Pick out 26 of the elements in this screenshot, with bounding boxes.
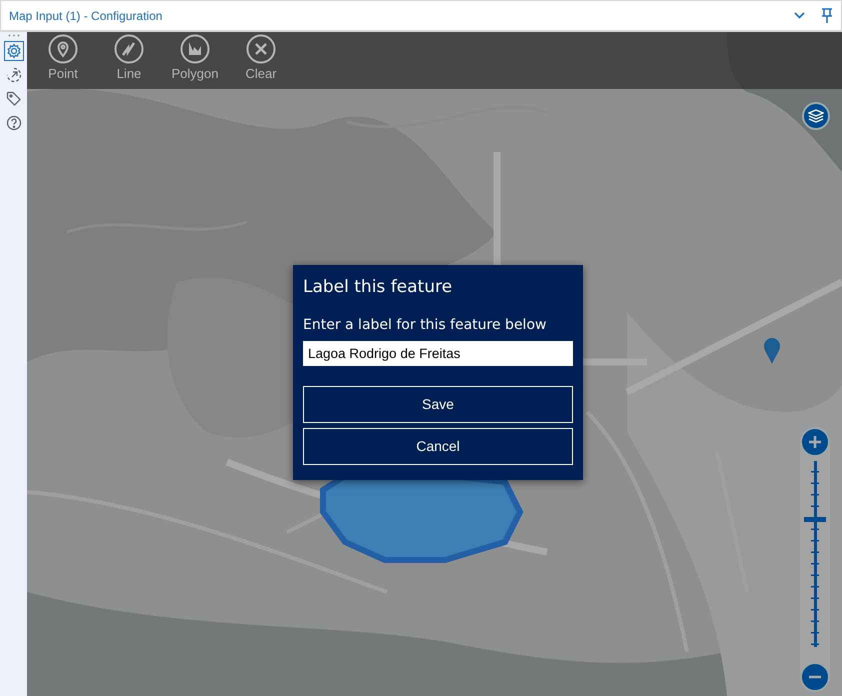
minus-icon <box>808 675 822 679</box>
chevron-down-icon[interactable] <box>794 12 805 19</box>
help-icon <box>6 115 22 131</box>
dialog-prompt: Enter a label for this feature below <box>303 316 548 334</box>
layers-icon <box>808 109 824 123</box>
polygon-icon <box>180 34 210 64</box>
map[interactable]: Point Line Polygon Clear Label this feature Enter a label for this feature below Lagoa Rodrigo de Freitas Save Cancel <box>27 32 842 696</box>
zoom-thumb[interactable] <box>804 517 826 522</box>
gear-icon <box>6 43 22 59</box>
plus-icon <box>808 435 822 449</box>
target-arrow-icon <box>6 67 22 83</box>
tool-button[interactable]: Polygon <box>171 32 219 83</box>
more-icon <box>8 34 20 37</box>
tool-button[interactable]: Line <box>105 32 153 83</box>
label-input-field[interactable]: Lagoa Rodrigo de Freitas <box>303 340 573 366</box>
tool-button[interactable]: Clear <box>237 32 285 83</box>
pin-icon <box>48 34 78 64</box>
window-title: Map Input (1) - Configuration <box>9 8 162 24</box>
tool-button[interactable]: Point <box>39 32 87 83</box>
sidebar-button[interactable] <box>4 41 24 61</box>
dialog-title: Label this feature <box>303 276 454 299</box>
save-button[interactable]: Save <box>303 386 573 422</box>
clear-icon <box>246 34 276 64</box>
cancel-button[interactable]: Cancel <box>303 428 573 464</box>
pin-icon[interactable] <box>821 8 833 24</box>
tag-icon <box>6 91 22 107</box>
